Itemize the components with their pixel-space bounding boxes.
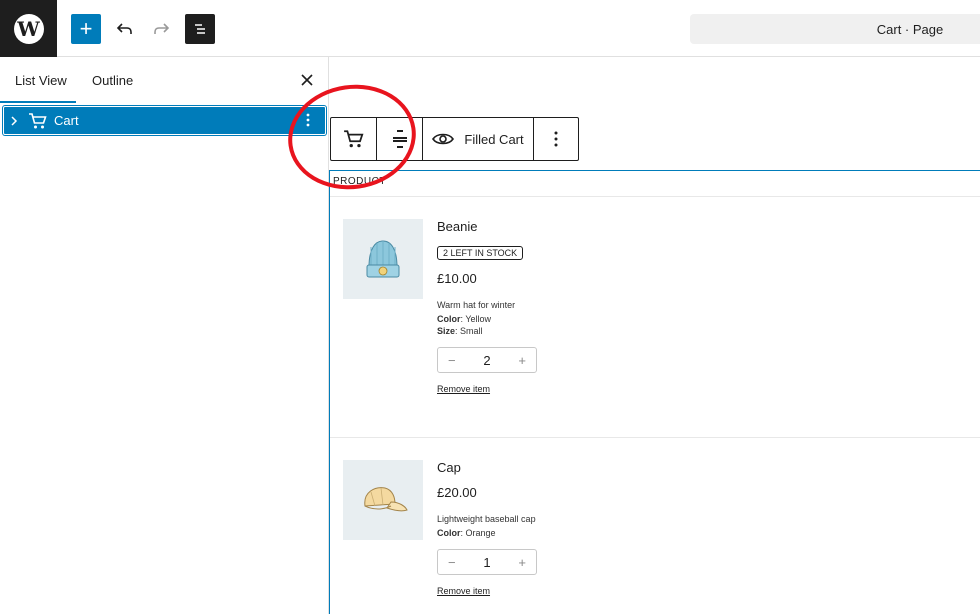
- products-column-header: PRODUCT: [333, 176, 386, 187]
- increase-quantity-button[interactable]: +: [518, 555, 526, 570]
- sidebar-tabs: List View Outline: [0, 57, 328, 103]
- decrease-quantity-button[interactable]: −: [448, 555, 456, 570]
- product-image-cap[interactable]: [343, 460, 423, 540]
- eye-icon: [432, 133, 455, 145]
- product-attribute-size: Size: Small: [437, 326, 737, 336]
- product-attribute-color: Color: Orange: [437, 528, 737, 538]
- remove-item-link[interactable]: Remove item: [437, 384, 490, 394]
- block-toolbar: Filled Cart: [330, 117, 579, 161]
- document-overview-button[interactable]: [185, 14, 215, 44]
- increase-quantity-button[interactable]: +: [518, 353, 526, 368]
- undo-icon: [116, 23, 132, 34]
- product-details: Beanie 2 LEFT IN STOCK £10.00 Warm hat f…: [437, 219, 737, 397]
- cap-icon: [364, 487, 408, 512]
- attribute-key: Size: [437, 326, 456, 336]
- attribute-key: Color: [437, 528, 461, 538]
- more-options-icon[interactable]: [298, 110, 318, 130]
- decrease-quantity-button[interactable]: −: [448, 353, 456, 368]
- divider: [330, 437, 980, 438]
- plus-icon: +: [79, 16, 93, 41]
- redo-icon: [154, 23, 170, 34]
- tab-list-view-label: List View: [15, 72, 67, 88]
- attribute-value: : Small: [455, 326, 483, 336]
- block-options-button[interactable]: [534, 118, 578, 160]
- divider: [330, 196, 980, 197]
- align-button[interactable]: [377, 118, 423, 160]
- close-sidebar-button[interactable]: [296, 69, 318, 91]
- product-description: Warm hat for winter: [437, 300, 516, 310]
- document-title-bar[interactable]: Cart · Page: [690, 14, 980, 44]
- product-price: £10.00: [437, 271, 477, 286]
- chevron-right-icon[interactable]: [10, 115, 22, 126]
- view-switcher-button[interactable]: Filled Cart: [423, 118, 534, 160]
- product-price: £20.00: [437, 485, 477, 500]
- quantity-stepper: − 1 +: [437, 549, 537, 575]
- attribute-value: : Yellow: [460, 314, 492, 324]
- list-view-item-label: Cart: [54, 113, 79, 128]
- wordpress-icon: W: [13, 13, 44, 44]
- product-description: Lightweight baseball cap: [437, 514, 536, 524]
- product-details: Cap £20.00 Lightweight baseball cap Colo…: [437, 460, 737, 599]
- editor-top-bar: W + Cart · Page: [0, 0, 980, 57]
- list-view-item-cart[interactable]: Cart: [3, 106, 326, 135]
- document-title: Cart · Page: [876, 21, 944, 37]
- list-view-icon: [195, 24, 205, 34]
- redo-button[interactable]: [146, 14, 176, 44]
- more-vertical-icon: [554, 131, 558, 147]
- block-type-cart-button[interactable]: [331, 118, 377, 160]
- list-view-sidebar: List View Outline Cart: [0, 57, 329, 614]
- product-name[interactable]: Beanie: [437, 219, 737, 234]
- close-icon: [301, 74, 313, 86]
- cart-icon: [343, 130, 363, 148]
- view-switcher-label: Filled Cart: [464, 131, 524, 147]
- add-block-button[interactable]: +: [71, 14, 101, 44]
- align-icon: [392, 130, 407, 148]
- attribute-key: Color: [437, 314, 461, 324]
- product-image-beanie[interactable]: [343, 219, 423, 299]
- beanie-icon: [366, 240, 400, 278]
- remove-item-link[interactable]: Remove item: [437, 586, 490, 596]
- quantity-stepper: − 2 +: [437, 347, 537, 373]
- undo-button[interactable]: [110, 14, 140, 44]
- cart-icon: [28, 112, 48, 130]
- tab-outline[interactable]: Outline: [92, 57, 133, 103]
- editor-canvas: Filled Cart PRODUCT Beanie 2 LEFT IN STO…: [329, 57, 980, 614]
- stock-badge: 2 LEFT IN STOCK: [437, 246, 524, 260]
- quantity-value[interactable]: 2: [483, 353, 490, 368]
- product-name[interactable]: Cap: [437, 460, 737, 475]
- tab-outline-label: Outline: [92, 72, 134, 88]
- quantity-value[interactable]: 1: [483, 555, 490, 570]
- attribute-value: : Orange: [460, 528, 496, 538]
- tab-list-view[interactable]: List View: [0, 57, 76, 103]
- wordpress-logo-button[interactable]: W: [0, 0, 57, 57]
- product-attribute-color: Color: Yellow: [437, 314, 737, 324]
